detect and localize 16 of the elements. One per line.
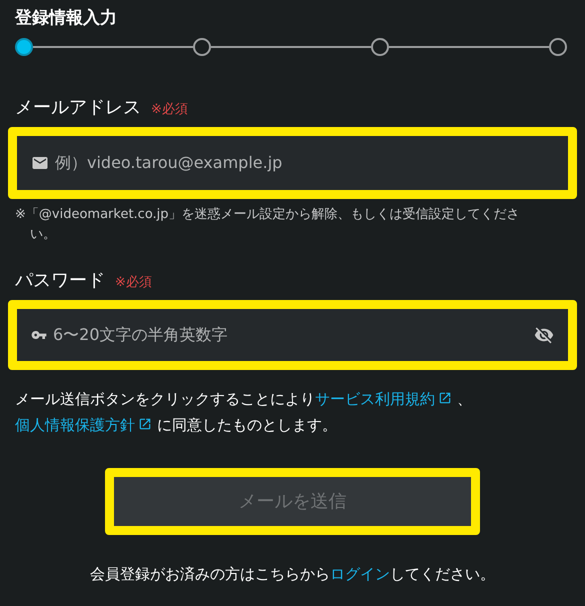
privacy-link[interactable]: 個人情報保護方針	[15, 416, 152, 434]
hidden-eye-icon[interactable]	[534, 324, 554, 344]
external-link-icon	[438, 390, 452, 404]
terms-link[interactable]: サービス利用規約	[315, 390, 452, 408]
email-field[interactable]: 例）video.tarou@example.jp	[17, 136, 568, 190]
login-link[interactable]: ログイン	[330, 564, 390, 582]
consent-text: メール送信ボタンをクリックすることにより サービス利用規約 、 個人情報保護方針 に同意したものとします。	[15, 388, 473, 436]
required-mark: ※必須	[151, 101, 188, 119]
external-link-icon	[138, 416, 152, 430]
login-prompt: 会員登録がお済みの方はこちらから ログイン してください。	[89, 564, 496, 584]
password-field[interactable]: 6〜20文字の半角英数字	[17, 308, 568, 360]
field-label: メールアドレス	[15, 96, 141, 120]
page-title: 登録情報入力	[15, 7, 118, 30]
required-mark: ※必須	[115, 274, 152, 292]
field-label: パスワード	[15, 268, 105, 292]
email-note: ※「@videomarket.co.jp」を迷惑メール設定から解除、もしくは受信設定してください。	[15, 206, 521, 244]
